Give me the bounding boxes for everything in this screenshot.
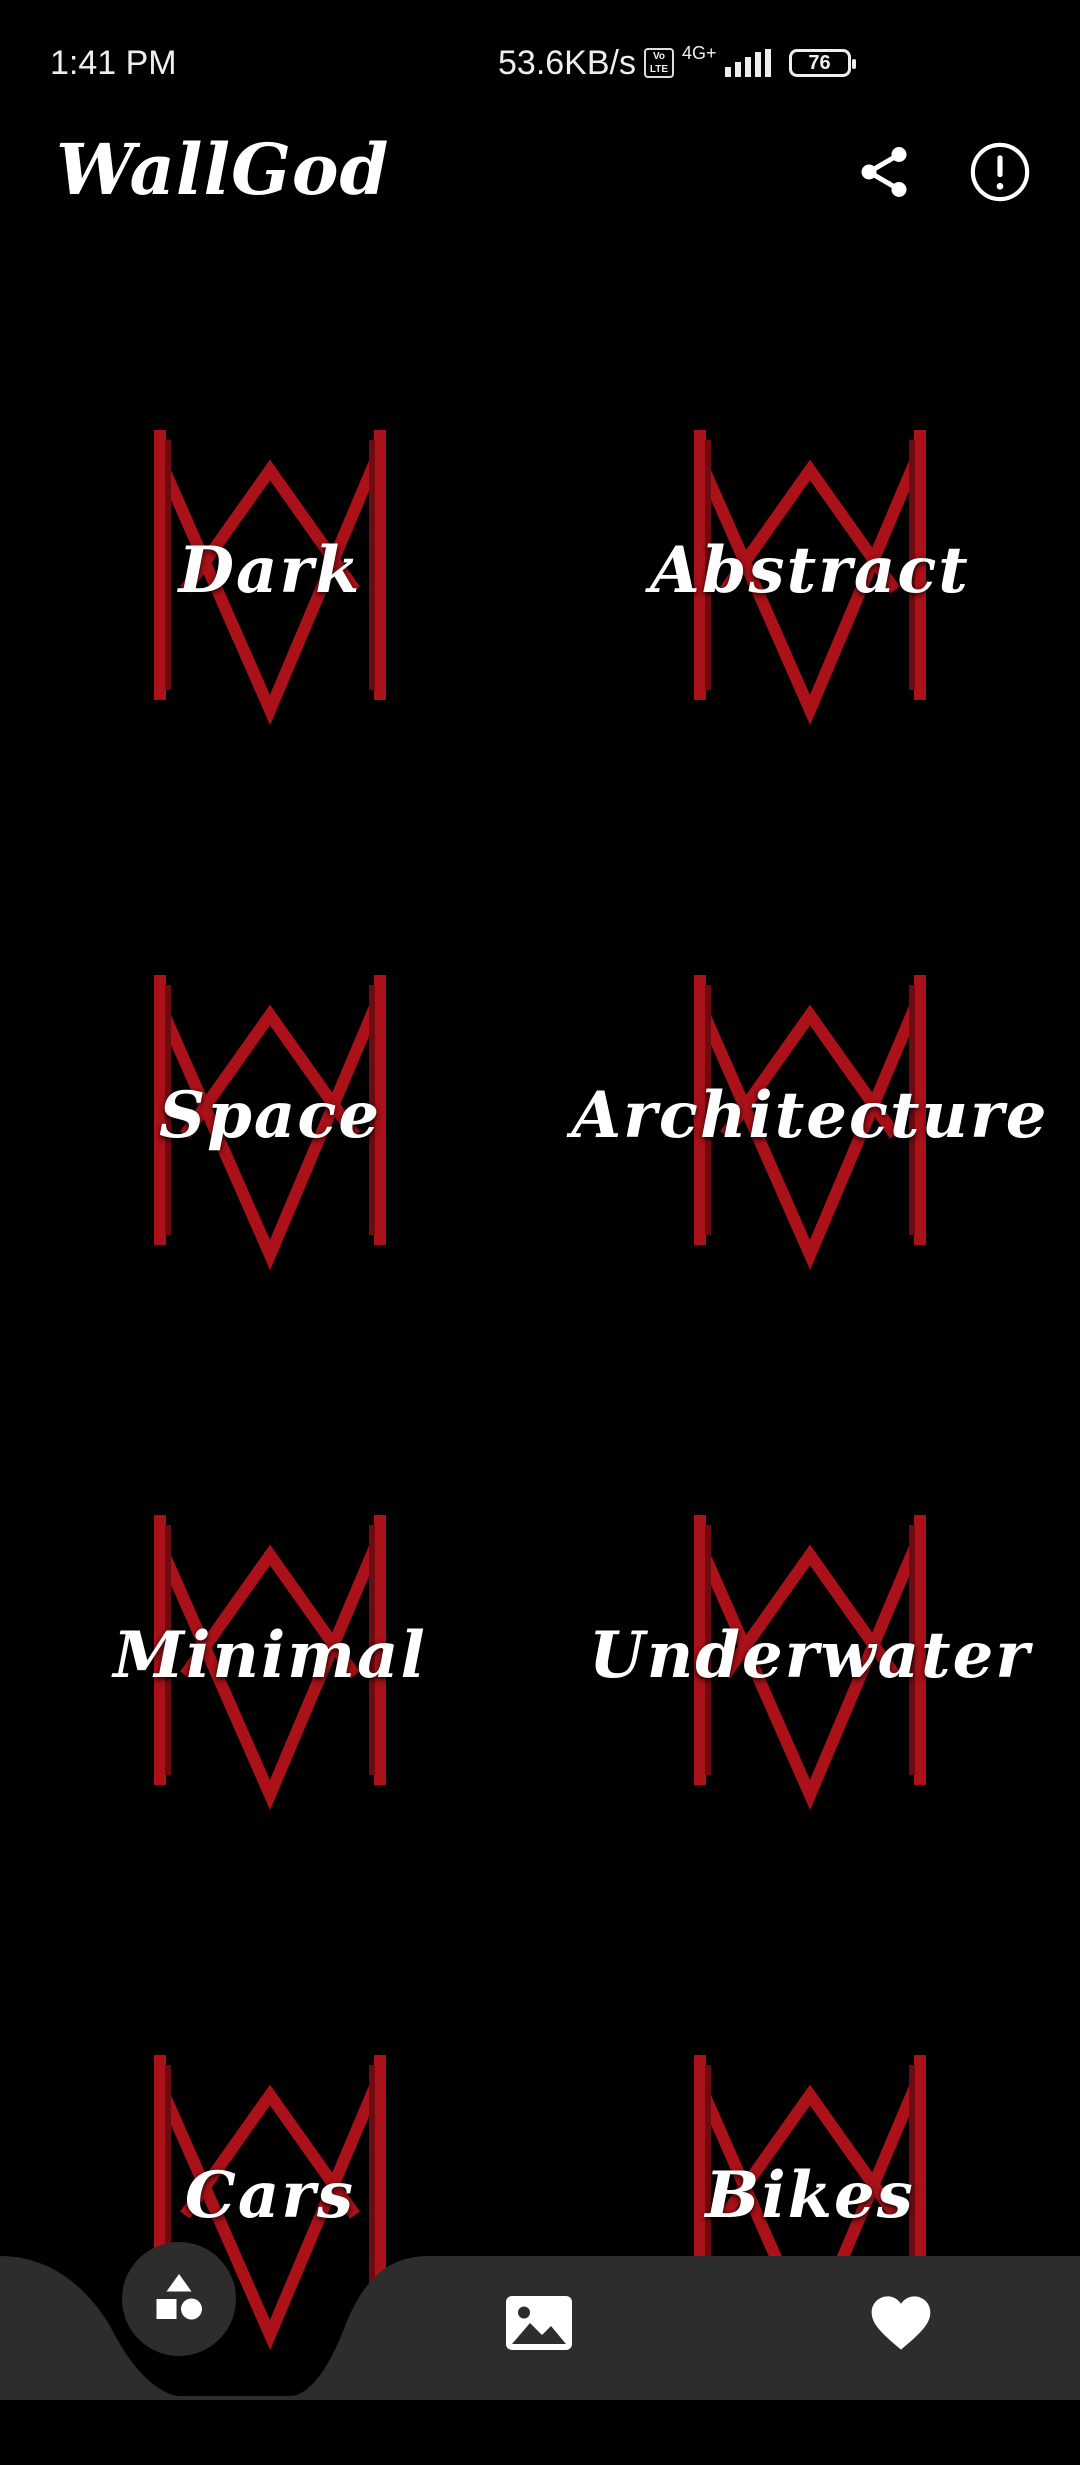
category-label: Minimal xyxy=(113,1617,427,1693)
category-label: Bikes xyxy=(705,2157,915,2233)
category-tile-minimal[interactable]: Minimal xyxy=(0,1385,540,1925)
categories-icon xyxy=(156,2274,202,2320)
category-label: Architecture xyxy=(571,1077,1049,1153)
category-label: Underwater xyxy=(588,1617,1032,1693)
battery-icon: 76 xyxy=(788,49,856,77)
nav-gallery-button[interactable] xyxy=(494,2278,584,2368)
share-button[interactable] xyxy=(844,132,924,212)
category-tile-abstract[interactable]: Abstract xyxy=(540,300,1080,840)
category-tile-underwater[interactable]: Underwater xyxy=(540,1385,1080,1925)
nav-favorites-button[interactable] xyxy=(856,2278,946,2368)
info-button[interactable] xyxy=(960,132,1040,212)
share-icon xyxy=(861,147,907,197)
nav-categories-button[interactable] xyxy=(122,2242,236,2356)
category-tile-dark[interactable]: Dark xyxy=(0,300,540,840)
category-label: Space xyxy=(158,1077,382,1153)
image-icon xyxy=(506,2296,572,2350)
category-tile-space[interactable]: Space xyxy=(0,845,540,1385)
network-type: 4G+ xyxy=(681,42,717,63)
signal-icon xyxy=(724,49,771,77)
status-bar: 1:41 PM 53.6KB/s Vo LTE 4G+ 76 xyxy=(0,0,1080,130)
app-title: WallGod xyxy=(56,128,390,211)
category-label: Dark xyxy=(178,532,362,608)
category-label: Abstract xyxy=(650,532,970,608)
category-tile-architecture[interactable]: Architecture xyxy=(540,845,1080,1385)
heart-icon xyxy=(871,2296,931,2350)
status-time: 1:41 PM xyxy=(50,44,177,82)
network-speed: 53.6KB/s xyxy=(498,43,636,82)
status-indicators: 53.6KB/s Vo LTE 4G+ 76 xyxy=(498,40,856,86)
info-icon xyxy=(970,142,1030,202)
category-label: Cars xyxy=(184,2157,356,2233)
volte-icon: Vo LTE xyxy=(643,48,674,78)
